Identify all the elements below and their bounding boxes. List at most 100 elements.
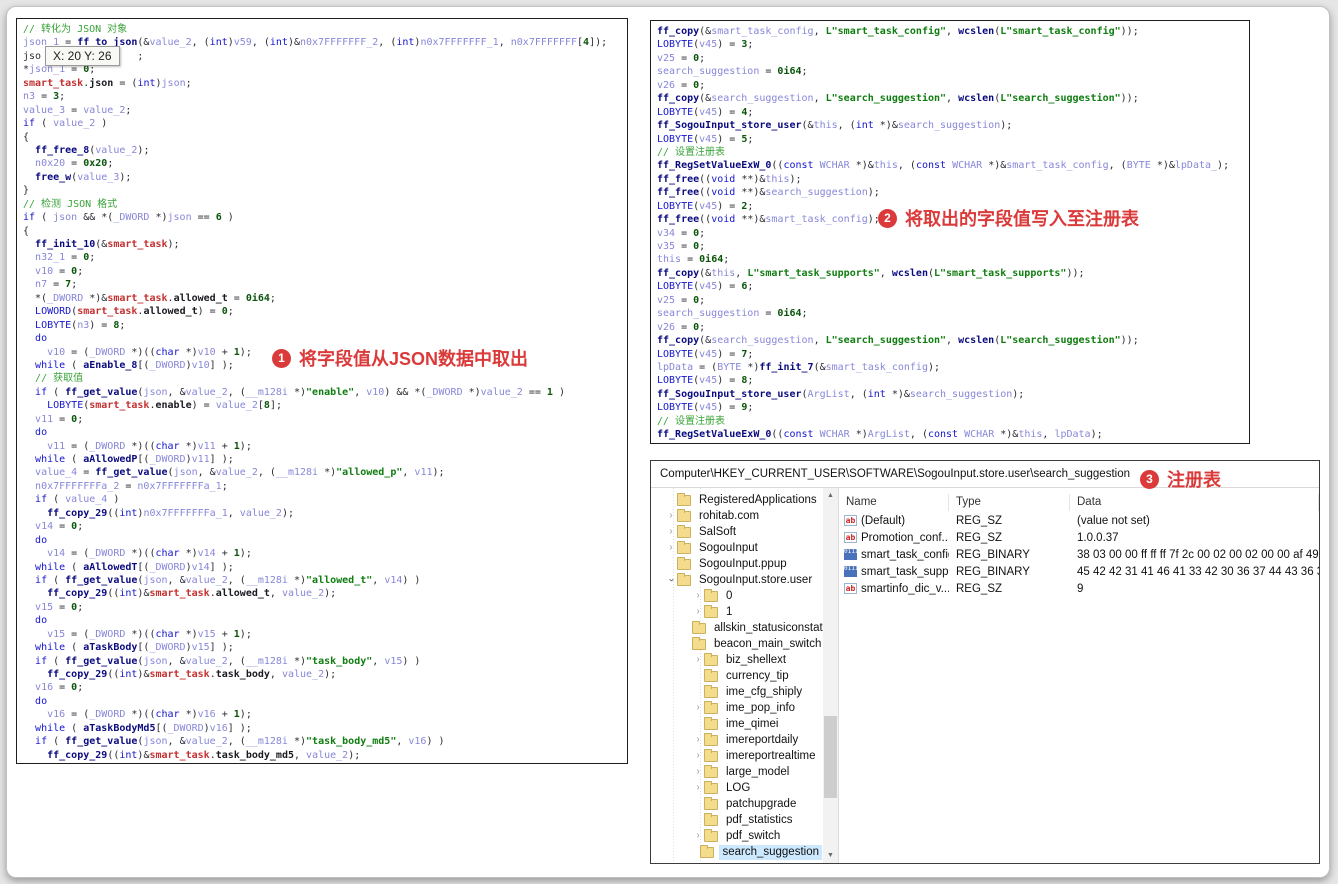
folder-icon — [677, 524, 691, 538]
chevron-right-icon[interactable]: › — [692, 780, 704, 796]
scrollbar-down-icon[interactable]: ▼ — [823, 848, 838, 863]
code-line: LOBYTE(smart_task.enable) = value_2[8]; — [47, 400, 282, 412]
column-header-data[interactable]: Data — [1070, 494, 1319, 511]
chevron-right-icon[interactable]: › — [692, 700, 704, 716]
tree-item-pdf_statistics[interactable]: pdf_statistics — [651, 812, 822, 828]
tree-item-1[interactable]: › 1 — [651, 604, 822, 620]
folder-icon — [704, 588, 718, 602]
chevron-right-icon[interactable]: › — [692, 604, 704, 620]
folder-icon — [704, 668, 718, 682]
folder-icon — [704, 604, 718, 618]
annotation-3: 3 注册表 — [1140, 466, 1221, 492]
chevron-right-icon[interactable]: › — [692, 732, 704, 748]
tree-item-label: 0 — [726, 589, 733, 602]
tree-item-imereportdaily[interactable]: › imereportdaily — [651, 732, 822, 748]
code-line: v10 = 0; — [35, 265, 84, 277]
chevron-right-icon[interactable]: › — [692, 652, 704, 668]
tree-item-ime_qimei[interactable]: ime_qimei — [651, 716, 822, 732]
scrollbar-up-icon[interactable]: ▲ — [823, 488, 838, 503]
code-line: // 转化为 JSON 对象 — [23, 24, 128, 35]
tree-item-rohitab.com[interactable]: › rohitab.com — [651, 508, 822, 524]
tree-item-ime_pop_info[interactable]: › ime_pop_info — [651, 700, 822, 716]
folder-icon — [677, 540, 691, 554]
chevron-right-icon[interactable]: › — [692, 588, 704, 604]
registry-body: RegisteredApplications › rohitab.com › SalSo… — [651, 488, 1319, 863]
code-line: ff_SogouInput_store_user(ArgList, (int *… — [657, 388, 1025, 400]
chevron-right-icon[interactable]: › — [665, 524, 677, 540]
code-line: v11 = 0; — [35, 413, 84, 425]
registry-value-row[interactable]: 0111 smart_task_supp... REG_BINARY 45 42 42… — [839, 563, 1319, 580]
tree-item-patchupgrade[interactable]: patchupgrade — [651, 796, 822, 812]
folder-icon — [704, 828, 718, 842]
tree-item-ime_cfg_shiply[interactable]: ime_cfg_shiply — [651, 684, 822, 700]
folder-icon — [704, 684, 718, 698]
tree-item-pdf_switch[interactable]: › pdf_switch — [651, 828, 822, 844]
column-header-type[interactable]: Type — [949, 494, 1070, 511]
tree-item-SalSoft[interactable]: › SalSoft — [651, 524, 822, 540]
decompiler-panel-registry-write[interactable]: ff_copy(&smart_task_config, L"smart_task… — [650, 20, 1250, 444]
registry-value-row[interactable]: 0111 smart_task_config REG_BINARY 38 03 00 … — [839, 546, 1319, 563]
code-line: ff_SogouInput_store_user(&this, (int *)&… — [657, 120, 1013, 132]
value-name: smart_task_supp... — [861, 565, 949, 578]
code-line: n7 = 7; — [35, 279, 78, 291]
tree-item-0[interactable]: › 0 — [651, 588, 822, 604]
code-line: ff_free((void **)&this); — [657, 173, 802, 185]
tree-item-label: RegisteredApplications — [699, 493, 817, 506]
value-data: 45 42 42 31 41 46 41 33 42 30 36 37 44 4… — [1077, 565, 1319, 578]
value-data: 9 — [1077, 582, 1084, 595]
tree-item-large_model[interactable]: › large_model — [651, 764, 822, 780]
chevron-right-icon[interactable]: › — [665, 508, 677, 524]
tree-item-beacon_main_switch[interactable]: beacon_main_switch — [651, 636, 822, 652]
value-data: 38 03 00 00 ff ff ff 7f 2c 00 02 00 02 0… — [1077, 548, 1319, 561]
tree-item-label: search_suggestion — [719, 844, 822, 860]
reg-sz-icon: ab — [844, 532, 857, 543]
tree-item-label: rohitab.com — [699, 509, 760, 522]
chevron-right-icon[interactable]: › — [692, 764, 704, 780]
tree-item-allskin_statusiconstatis[interactable]: allskin_statusiconstatis — [651, 620, 831, 636]
registry-value-row[interactable]: ab Promotion_conf... REG_SZ 1.0.0.37 — [839, 529, 1319, 546]
tree-item-LOG[interactable]: › LOG — [651, 780, 822, 796]
tree-scrollbar[interactable]: ▲ ▼ — [823, 488, 838, 863]
registry-value-row[interactable]: ab smartinfo_dic_v... REG_SZ 9 — [839, 580, 1319, 597]
tree-item-label: ime_pop_info — [726, 701, 796, 714]
value-data: (value not set) — [1077, 514, 1150, 527]
code-line: ff_copy_29((int)&smart_task.task_body, v… — [47, 669, 337, 680]
code-line: search_suggestion = 0i64; — [657, 308, 808, 320]
folder-icon — [704, 652, 718, 666]
code-line: do — [35, 615, 48, 627]
registry-value-rows: ab (Default) REG_SZ (value not set) ab Promot… — [839, 512, 1319, 597]
annotation-2-badge: 2 — [878, 208, 897, 228]
tree-item-search_suggestion[interactable]: search_suggestion — [651, 844, 822, 860]
reg-sz-icon: ab — [844, 583, 857, 594]
registry-value-row[interactable]: ab (Default) REG_SZ (value not set) — [839, 512, 1319, 529]
code-line: LOBYTE(n3) = 8; — [35, 319, 126, 331]
code-line: { — [23, 225, 30, 237]
reg-sz-icon: ab — [844, 515, 857, 526]
annotation-2: 2 将取出的字段值写入至注册表 — [878, 205, 1139, 231]
chevron-right-icon[interactable]: › — [692, 748, 704, 764]
value-type: REG_SZ — [956, 514, 1003, 527]
chevron-right-icon[interactable]: › — [692, 828, 704, 844]
code-line: ff_RegSetValueExW_0((const WCHAR *)&this… — [657, 160, 1230, 172]
column-header-name[interactable]: Name — [839, 494, 949, 511]
tree-item-biz_shellext[interactable]: › biz_shellext — [651, 652, 822, 668]
value-name: (Default) — [861, 514, 906, 527]
value-name: Promotion_conf... — [861, 531, 949, 544]
folder-icon — [704, 716, 718, 730]
decompiler-panel-json-parse[interactable]: // 转化为 JSON 对象 json_1 = ff_to_json(&value… — [16, 18, 628, 764]
tree-item-label: imereportrealtime — [726, 749, 816, 762]
tree-item-imereportrealtime[interactable]: › imereportrealtime — [651, 748, 822, 764]
tree-item-SogouInput[interactable]: › SogouInput — [651, 540, 822, 556]
tree-item-currency_tip[interactable]: currency_tip — [651, 668, 822, 684]
tree-item-RegisteredApplications[interactable]: RegisteredApplications — [651, 492, 822, 508]
code-line: LOBYTE(v45) = 9; — [657, 402, 754, 414]
code-line: LOBYTE(v45) = 4; — [657, 106, 754, 118]
code-line: this = 0i64; — [657, 254, 730, 266]
screenshot-stage: // 转化为 JSON 对象 json_1 = ff_to_json(&value… — [0, 0, 1338, 884]
scrollbar-thumb[interactable] — [824, 716, 837, 798]
code-line: // 设置注册表 — [657, 146, 726, 158]
tree-item-SogouInput.ppup[interactable]: SogouInput.ppup — [651, 556, 822, 572]
tree-item-SogouInput.store.user[interactable]: › SogouInput.store.user — [651, 572, 822, 588]
code-line: ff_free_8(value_2); — [35, 144, 150, 156]
chevron-right-icon[interactable]: › — [665, 540, 677, 556]
